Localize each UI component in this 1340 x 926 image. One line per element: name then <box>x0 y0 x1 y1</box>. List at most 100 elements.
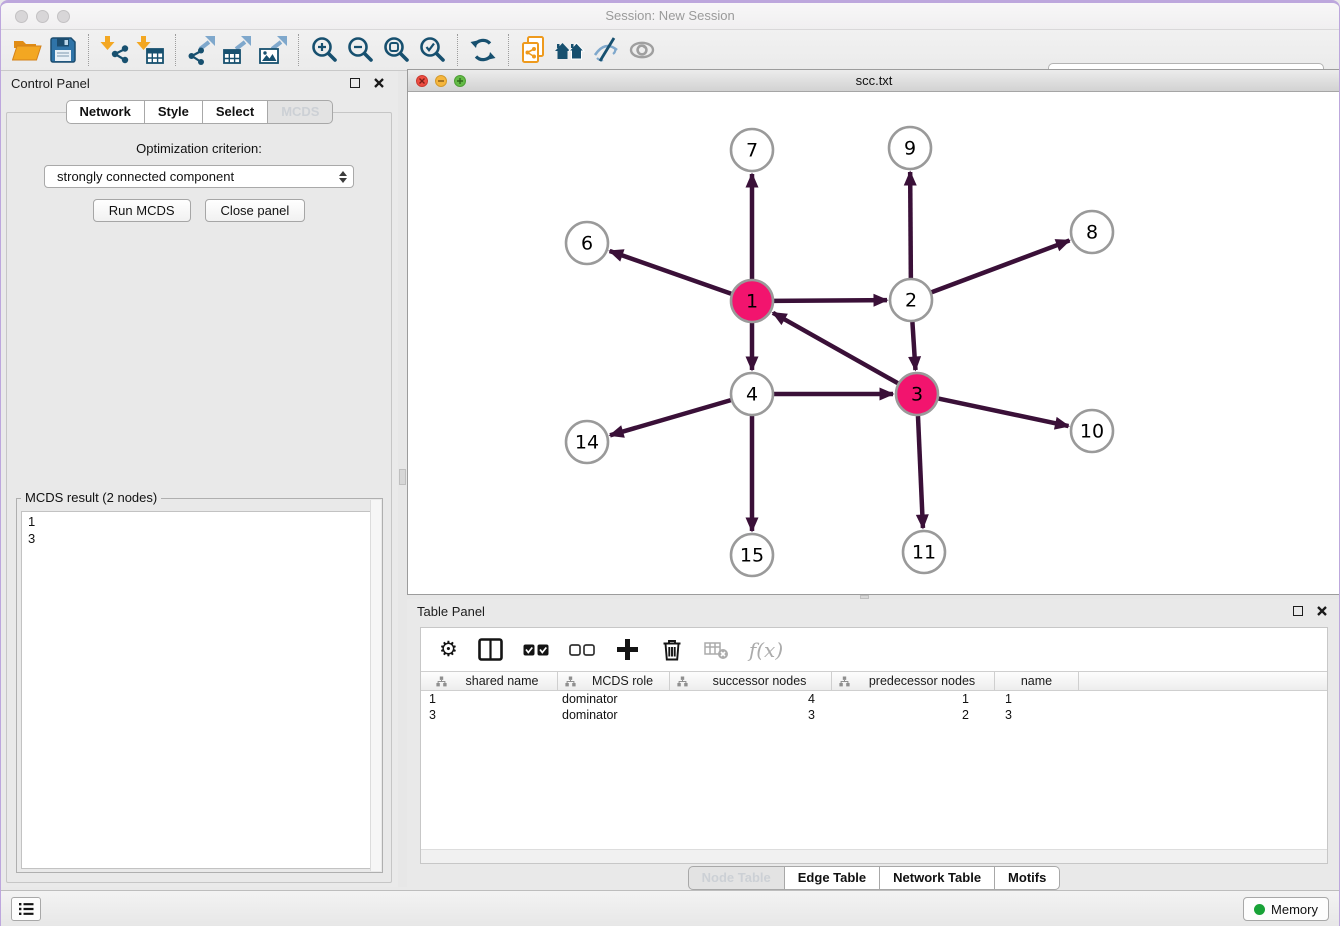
add-column-button[interactable] <box>615 637 640 662</box>
close-panel-action-button[interactable]: Close panel <box>205 199 306 222</box>
split-columns-button[interactable] <box>478 638 503 661</box>
table-row[interactable]: 1 dominator 4 1 1 <box>421 691 1327 707</box>
memory-label: Memory <box>1271 902 1318 917</box>
node-table-container: ⚙ <box>420 627 1328 864</box>
import-table-button[interactable] <box>132 33 168 67</box>
graph-node-label-6: 6 <box>581 233 593 255</box>
tab-mcds[interactable]: MCDS <box>268 100 333 124</box>
split-columns-icon <box>478 638 503 661</box>
delete-table-button[interactable] <box>704 640 729 660</box>
cell-shared-name[interactable]: 3 <box>421 708 558 722</box>
graph-edge-2-8[interactable] <box>932 240 1070 292</box>
graph-edge-2-3[interactable] <box>912 322 915 370</box>
float-panel-button[interactable] <box>346 75 364 91</box>
close-table-panel-button[interactable] <box>1313 603 1331 619</box>
graph-node-label-9: 9 <box>904 138 916 160</box>
cell-successor-nodes[interactable]: 3 <box>670 708 832 722</box>
tab-node-table[interactable]: Node Table <box>688 866 785 890</box>
zoom-in-button[interactable] <box>306 33 342 67</box>
refresh-icon <box>468 35 498 65</box>
network-graph[interactable]: 7968124314101511 <box>408 92 1340 594</box>
table-scroll-strip <box>421 849 1327 863</box>
graph-edge-2-9[interactable] <box>910 172 911 278</box>
close-panel-button[interactable] <box>370 75 388 91</box>
tab-network[interactable]: Network <box>66 100 145 124</box>
plus-icon <box>615 637 640 662</box>
function-icon: f(x) <box>749 638 783 662</box>
export-table-button[interactable] <box>219 33 255 67</box>
network-canvas[interactable]: 7968124314101511 <box>408 92 1340 594</box>
refresh-button[interactable] <box>465 33 501 67</box>
result-scrollbar[interactable] <box>370 500 381 871</box>
cell-successor-nodes[interactable]: 4 <box>670 692 832 706</box>
graph-node-label-1: 1 <box>746 291 758 313</box>
graph-edge-3-11[interactable] <box>918 416 923 528</box>
show-hide-icon <box>591 36 621 64</box>
column-header-predecessor-nodes[interactable]: predecessor nodes <box>832 672 995 690</box>
zoom-fit-icon <box>381 35 411 65</box>
column-type-icon <box>565 676 576 687</box>
column-header-mcds-role[interactable]: MCDS role <box>558 672 670 690</box>
select-all-button[interactable] <box>523 644 549 656</box>
first-neighbors-button[interactable] <box>552 33 588 67</box>
delete-column-button[interactable] <box>660 638 684 662</box>
clone-network-icon <box>519 35 549 65</box>
graph-node-label-11: 11 <box>912 542 936 564</box>
run-mcds-button[interactable]: Run MCDS <box>93 199 191 222</box>
gear-icon: ⚙ <box>439 639 458 660</box>
network-window-title: scc.txt <box>408 73 1340 88</box>
cell-name[interactable]: 3 <box>995 708 1079 722</box>
save-session-button[interactable] <box>45 33 81 67</box>
cell-predecessor-nodes[interactable]: 2 <box>832 708 995 722</box>
show-hide-button[interactable] <box>588 33 624 67</box>
zoom-selected-button[interactable] <box>414 33 450 67</box>
zoom-fit-button[interactable] <box>378 33 414 67</box>
cell-mcds-role[interactable]: dominator <box>558 692 670 706</box>
tab-network-table[interactable]: Network Table <box>880 866 995 890</box>
dropdown-stepper-icon <box>339 171 347 183</box>
float-icon <box>350 78 360 88</box>
import-table-icon <box>135 35 165 65</box>
splitter-grip[interactable] <box>399 469 406 485</box>
window-title: Session: New Session <box>1 8 1339 23</box>
network-window-titlebar: scc.txt <box>408 70 1340 92</box>
clone-network-button[interactable] <box>516 33 552 67</box>
float-table-panel-button[interactable] <box>1289 603 1307 619</box>
deselect-all-button[interactable] <box>569 644 595 656</box>
table-settings-button[interactable]: ⚙ <box>439 639 458 660</box>
vertical-splitter[interactable] <box>398 71 407 887</box>
tab-motifs[interactable]: Motifs <box>995 866 1060 890</box>
export-network-button[interactable] <box>183 33 219 67</box>
import-network-button[interactable] <box>96 33 132 67</box>
column-header-successor-nodes[interactable]: successor nodes <box>670 672 832 690</box>
zoom-out-button[interactable] <box>342 33 378 67</box>
cell-name[interactable]: 1 <box>995 692 1079 706</box>
open-file-button[interactable] <box>9 33 45 67</box>
column-type-icon <box>677 676 688 687</box>
graph-edge-3-1[interactable] <box>773 313 898 383</box>
memory-button[interactable]: Memory <box>1243 897 1329 921</box>
preview-button[interactable] <box>624 33 660 67</box>
task-history-button[interactable] <box>11 897 41 921</box>
cell-shared-name[interactable]: 1 <box>421 692 558 706</box>
open-folder-icon <box>12 37 42 63</box>
tab-style[interactable]: Style <box>145 100 203 124</box>
column-header-shared-name[interactable]: shared name <box>421 672 558 690</box>
column-header-name[interactable]: name <box>995 672 1079 690</box>
cell-predecessor-nodes[interactable]: 1 <box>832 692 995 706</box>
mcds-result-list[interactable]: 1 3 <box>21 511 378 869</box>
tab-select[interactable]: Select <box>203 100 268 124</box>
export-image-button[interactable] <box>255 33 291 67</box>
graph-edge-3-10[interactable] <box>939 399 1069 426</box>
eye-icon <box>627 36 657 64</box>
graph-edge-4-14[interactable] <box>610 400 731 435</box>
function-builder-button[interactable]: f(x) <box>749 638 783 662</box>
tab-edge-table[interactable]: Edge Table <box>785 866 880 890</box>
graph-edge-1-6[interactable] <box>610 251 732 294</box>
criterion-dropdown[interactable]: strongly connected component <box>44 165 354 188</box>
graph-edge-1-2[interactable] <box>774 300 887 301</box>
table-row[interactable]: 3 dominator 3 2 3 <box>421 707 1327 723</box>
cell-mcds-role[interactable]: dominator <box>558 708 670 722</box>
criterion-value: strongly connected component <box>57 169 339 184</box>
graph-node-label-14: 14 <box>575 432 599 454</box>
